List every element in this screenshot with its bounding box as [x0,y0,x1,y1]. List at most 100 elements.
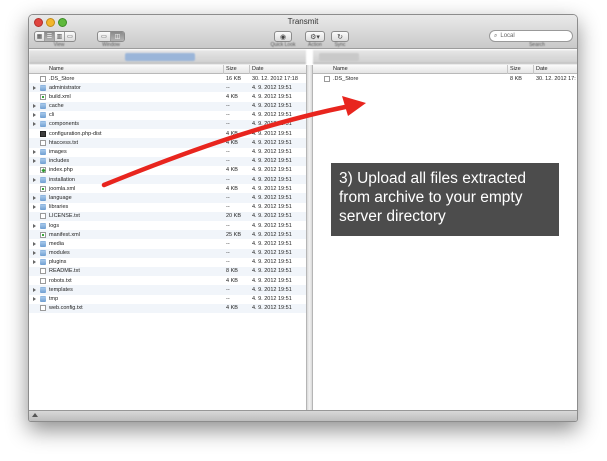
file-size: 8 KB [510,75,522,82]
disclosure-triangle-icon[interactable] [33,195,36,200]
file-row[interactable]: plugins -- 4. 9. 2012 19:51 [29,258,306,267]
search-icon: ⌕ [494,32,498,39]
file-row[interactable]: images -- 4. 9. 2012 19:51 [29,148,306,157]
file-date: 4. 9. 2012 19:51 [252,250,292,257]
file-row[interactable]: web.config.txt 4 KB 4. 9. 2012 19:51 [29,303,306,313]
disclosure-triangle-icon[interactable] [33,205,36,210]
folder-icon [40,112,46,119]
file-row[interactable]: installation -- 4. 9. 2012 19:51 [29,175,306,185]
file-row[interactable]: logs -- 4. 9. 2012 19:51 [29,221,306,230]
column-view-icon[interactable]: ▥ [55,32,65,41]
file-row[interactable]: includes -- 4. 9. 2012 19:51 [29,156,306,166]
file-row[interactable]: build.xml 4 KB 4. 9. 2012 19:51 [29,92,306,101]
single-pane-icon[interactable]: ▭ [98,32,111,41]
left-name-column[interactable]: Name [49,66,64,72]
list-view-icon[interactable]: ☰ [45,32,55,41]
folder-icon [40,84,46,91]
file-date: 4. 9. 2012 19:51 [252,84,292,91]
file-size: 4 KB [226,139,238,146]
disclosure-triangle-icon[interactable] [33,287,36,292]
file-row[interactable]: administrator -- 4. 9. 2012 19:51 [29,83,306,93]
transfers-toggle-icon[interactable] [32,413,38,417]
dual-pane-icon[interactable]: ◫ [111,32,124,41]
right-path-bar[interactable] [313,50,577,64]
file-row[interactable]: modules -- 4. 9. 2012 19:51 [29,248,306,258]
disclosure-triangle-icon[interactable] [33,260,36,265]
file-row[interactable]: index.php 4 KB 4. 9. 2012 19:51 [29,166,306,175]
file-name: configuration.php-dist [49,130,102,137]
disclosure-triangle-icon[interactable] [33,241,36,246]
disclosure-triangle-icon[interactable] [33,251,36,256]
disclosure-triangle-icon[interactable] [33,113,36,118]
column-separator [533,65,534,74]
file-row[interactable]: cli -- 4. 9. 2012 19:51 [29,111,306,120]
disclosure-triangle-icon[interactable] [33,223,36,228]
quick-look-label: Quick Look [270,42,296,48]
file-row[interactable]: robots.txt 4 KB 4. 9. 2012 19:51 [29,276,306,285]
search-field[interactable]: ⌕ Local [489,30,573,42]
file-row[interactable]: language -- 4. 9. 2012 19:51 [29,193,306,203]
file-name: cache [49,103,64,110]
file-row[interactable]: media -- 4. 9. 2012 19:51 [29,239,306,248]
column-separator [249,65,250,74]
file-row[interactable]: tmp -- 4. 9. 2012 19:51 [29,295,306,304]
file-name: templates [49,286,73,293]
pane-divider[interactable] [306,65,313,410]
file-row[interactable]: components -- 4. 9. 2012 19:51 [29,119,306,130]
file-row[interactable]: libraries -- 4. 9. 2012 19:51 [29,203,306,212]
file-row[interactable]: manifest.xml 25 KB 4. 9. 2012 19:51 [29,230,306,240]
file-name: installation [49,176,75,183]
file-row[interactable]: joomla.xml 4 KB 4. 9. 2012 19:51 [29,184,306,193]
file-row[interactable]: LICENSE.txt 20 KB 4. 9. 2012 19:51 [29,211,306,221]
left-path-bar[interactable] [29,50,306,64]
action-button[interactable]: ⚙▾ [305,31,325,42]
file-row[interactable]: cache -- 4. 9. 2012 19:51 [29,101,306,111]
remote-file-pane[interactable]: Name Size Date .DS_Store 8 KB 30. 12. 2012… [313,65,577,410]
right-date-column[interactable]: Date [536,66,548,72]
view-mode-control[interactable]: ▦ ☰ ▥ ▭ [34,31,76,42]
disclosure-triangle-icon[interactable] [33,177,36,182]
file-size: -- [226,121,230,128]
screenshot-stage: Transmit ▦ ☰ ▥ ▭ View ▭ ◫ Window ◉ Quick… [0,0,607,461]
disclosure-triangle-icon[interactable] [33,159,36,164]
disclosure-triangle-icon[interactable] [33,85,36,90]
search-label: Search [529,42,545,48]
file-date: 4. 9. 2012 19:51 [252,149,292,155]
sync-button[interactable]: ↻ [331,31,349,42]
file-row[interactable]: htaccess.txt 4 KB 4. 9. 2012 19:51 [29,138,306,148]
file-date: 4. 9. 2012 19:51 [252,204,292,211]
file-date: 4. 9. 2012 19:51 [252,93,292,100]
file-row[interactable]: README.txt 8 KB 4. 9. 2012 19:51 [29,266,306,277]
file-name: modules [49,250,70,257]
file-row[interactable]: .DS_Store 16 KB 30. 12. 2012 17:18 [29,74,306,83]
right-size-column[interactable]: Size [510,66,521,72]
right-name-column[interactable]: Name [333,66,348,72]
file-icon [40,277,46,284]
file-size: -- [226,259,230,266]
file-name: plugins [49,259,67,266]
file-date: 4. 9. 2012 19:51 [252,158,292,165]
pane-mode-control[interactable]: ▭ ◫ [97,31,125,42]
coverflow-view-icon[interactable]: ▭ [65,32,75,41]
file-name: .DS_Store [49,75,75,82]
disclosure-triangle-icon[interactable] [33,122,36,127]
file-icon [40,213,46,220]
view-label: View [53,42,65,48]
quick-look-button[interactable]: ◉ [274,31,292,42]
left-date-column[interactable]: Date [252,66,264,72]
grid-view-icon[interactable]: ▦ [35,32,45,41]
left-path-crumb [125,53,195,61]
disclosure-triangle-icon[interactable] [33,104,36,109]
file-name: web.config.txt [49,305,83,312]
file-name: .DS_Store [333,75,359,82]
local-file-pane[interactable]: Name Size Date .DS_Store 16 KB 30. 12. 201… [29,65,306,410]
left-size-column[interactable]: Size [226,66,237,72]
file-date: 4. 9. 2012 19:51 [252,176,292,183]
file-row[interactable]: templates -- 4. 9. 2012 19:51 [29,285,306,295]
file-row[interactable]: .DS_Store 8 KB 30. 12. 2012 17: [313,74,577,83]
disclosure-triangle-icon[interactable] [33,297,36,301]
file-row[interactable]: configuration.php-dist 4 KB 4. 9. 2012 19:… [29,129,306,138]
file-name: components [49,121,79,128]
file-size: -- [226,286,230,293]
disclosure-triangle-icon[interactable] [33,150,36,154]
